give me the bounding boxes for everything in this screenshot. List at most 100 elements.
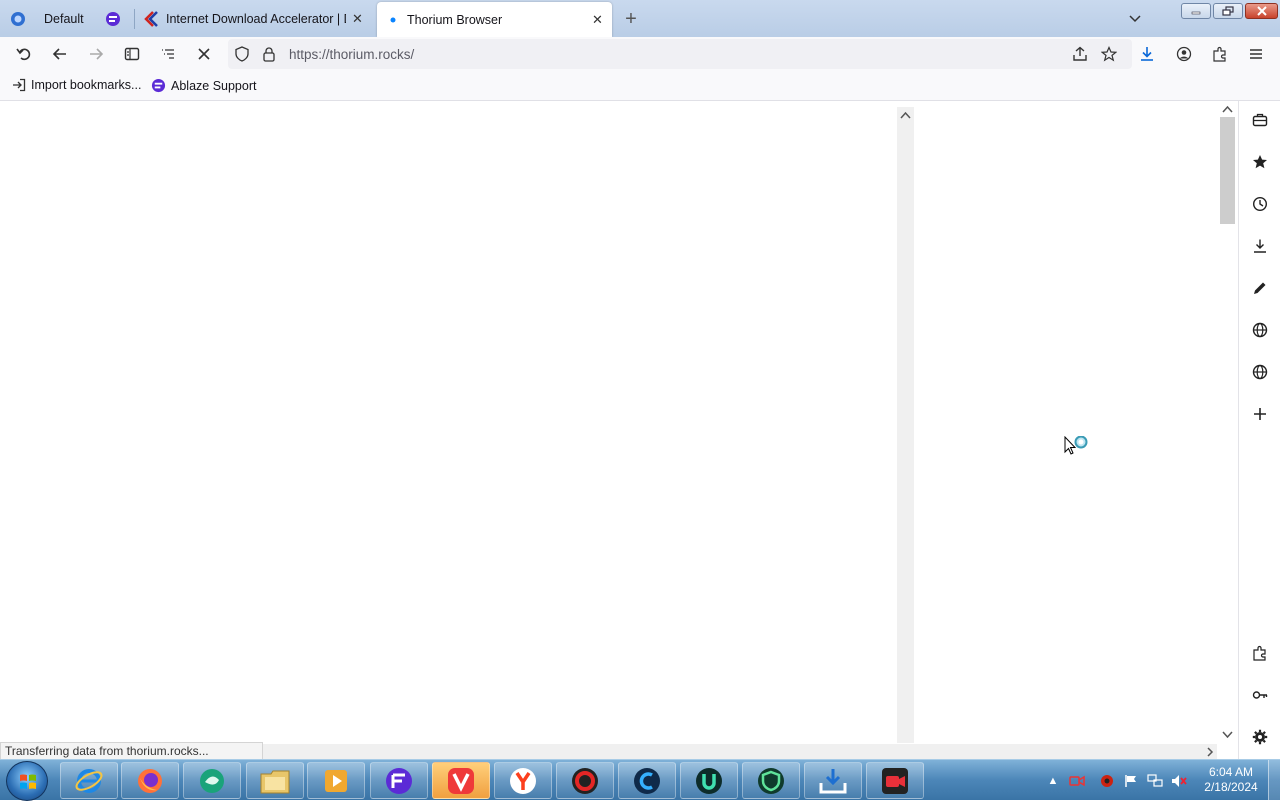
tracking-protection-shield-icon[interactable] [234,46,250,62]
undo-icon [16,48,31,61]
tray-volume-muted-icon[interactable] [1171,773,1187,789]
bookmark-label: Ablaze Support [171,78,257,93]
taskbar-app-red-gear[interactable] [556,762,614,799]
briefcase-icon [1252,113,1268,127]
download-icon [1254,239,1266,253]
sidebar-item-web-panel-2[interactable] [1248,360,1272,384]
internet-explorer-icon [75,768,103,793]
url-text[interactable]: https://thorium.rocks/ [289,47,414,62]
scroll-right-arrow-icon [1207,747,1214,757]
browser-sidebar [1238,101,1280,759]
list-all-tabs-button[interactable] [1123,6,1147,30]
stop-loading-button[interactable] [191,41,217,67]
star-icon [1253,155,1267,169]
restore-button[interactable] [1213,3,1243,19]
yandex-icon [510,767,536,794]
sidebar-add-panel-button[interactable] [1248,402,1272,426]
reader-list-button[interactable] [155,41,181,67]
taskbar-firefox[interactable] [121,762,179,799]
tray-recorder-icon[interactable] [1069,773,1085,789]
globe-icon [1252,322,1268,338]
bookmark-star-button[interactable] [1096,41,1122,67]
minimize-button[interactable] [1181,3,1211,19]
clock-time: 6:04 AM [1208,765,1254,779]
sidebar-extensions-button[interactable] [1248,641,1272,665]
tab-ablaze-pinned[interactable] [96,2,130,35]
bookmark-label: Import bookmarks... [31,78,142,92]
new-tab-button[interactable]: + [618,6,644,32]
extensions-button[interactable] [1207,41,1233,67]
taskbar-uninstaller[interactable] [680,762,738,799]
taskbar-vivaldi[interactable] [432,762,490,799]
lock-icon[interactable] [262,46,276,62]
sidebar-passwords-button[interactable] [1248,683,1272,707]
sidebar-item-downloads[interactable] [1248,234,1272,258]
page-content: Transferring data from thorium.rocks... [0,101,1238,760]
arrow-left-icon [52,48,66,60]
sidebar-icon [124,47,140,61]
taskbar-media-player[interactable] [307,762,365,799]
arrow-right-icon [90,48,104,60]
tray-network-icon[interactable] [1147,773,1163,789]
scroll-up-arrow-icon [1222,105,1233,113]
key-icon [1252,691,1268,699]
tray-red-gear-icon[interactable] [1099,773,1115,789]
close-window-button[interactable] [1245,3,1278,19]
sidebar-item-notes[interactable] [1248,276,1272,300]
restore-icon [1222,6,1234,16]
hamburger-icon [1250,49,1262,59]
downloads-button[interactable] [1134,41,1160,67]
taskbar-download-accelerator[interactable] [804,762,862,799]
back-button[interactable] [47,41,73,67]
share-button[interactable] [1067,41,1093,67]
floorp-icon [386,767,412,794]
sidebar-settings-button[interactable] [1248,725,1272,749]
ablaze-icon [105,11,121,27]
tray-action-center-flag-icon[interactable] [1123,773,1139,789]
scrollbar-thumb[interactable] [1220,117,1235,224]
start-button[interactable] [6,761,48,801]
taskbar-file-explorer[interactable] [246,762,304,799]
download-tray-icon [819,768,847,793]
close-tab-icon[interactable]: ✕ [592,12,603,28]
taskbar-ccleaner[interactable] [618,762,676,799]
show-hidden-icons-button[interactable]: ▲ [1045,773,1061,789]
globe-icon [1252,364,1268,380]
taskbar-app-teal[interactable] [183,762,241,799]
inner-frame-scrollbar[interactable] [897,107,914,743]
scroll-down-arrow-icon [1222,731,1233,739]
tab-internet-download-accelerator[interactable]: Internet Download Accelerator | D... ✕ [136,2,374,35]
loading-dot-icon [389,16,397,24]
tray-clock[interactable]: 6:04 AM 2/18/2024 [1196,765,1266,795]
sidebar-item-toolbox[interactable] [1248,108,1272,132]
forward-button[interactable] [83,41,109,67]
close-tab-icon[interactable]: ✕ [352,11,363,27]
sidebar-item-web-panel-1[interactable] [1248,318,1272,342]
tab-thorium-browser[interactable]: Thorium Browser ✕ [377,2,612,37]
taskbar-vpn-shield[interactable] [742,762,800,799]
app-menu-button[interactable] [1243,41,1269,67]
taskbar-screen-recorder[interactable] [866,762,924,799]
sidebar-toggle-button[interactable] [119,41,145,67]
chevron-down-icon [1129,15,1141,23]
address-bar[interactable]: https://thorium.rocks/ [228,39,1132,69]
undo-close-tab-button[interactable] [11,41,37,67]
sidebar-item-history[interactable] [1248,192,1272,216]
page-vertical-scrollbar[interactable] [1217,101,1238,744]
navigation-toolbar: https://thorium.rocks/ [0,37,1280,71]
red-gear-icon [572,767,598,794]
bookmark-ablaze-support[interactable]: Ablaze Support [151,78,256,93]
puzzle-icon [1253,645,1266,661]
bookmark-import[interactable]: Import bookmarks... [12,78,141,92]
taskbar-ablaze-floorp[interactable] [370,762,428,799]
show-desktop-button[interactable] [1268,760,1280,801]
sidebar-item-bookmarks[interactable] [1248,150,1272,174]
account-button[interactable] [1171,41,1197,67]
tab-default[interactable]: Default [0,2,96,35]
pencil-icon [1254,282,1266,294]
u-letter-icon [696,767,722,794]
gear-icon [1252,729,1268,745]
import-icon [13,78,26,92]
taskbar-internet-explorer[interactable] [60,762,118,799]
taskbar-yandex[interactable] [494,762,552,799]
